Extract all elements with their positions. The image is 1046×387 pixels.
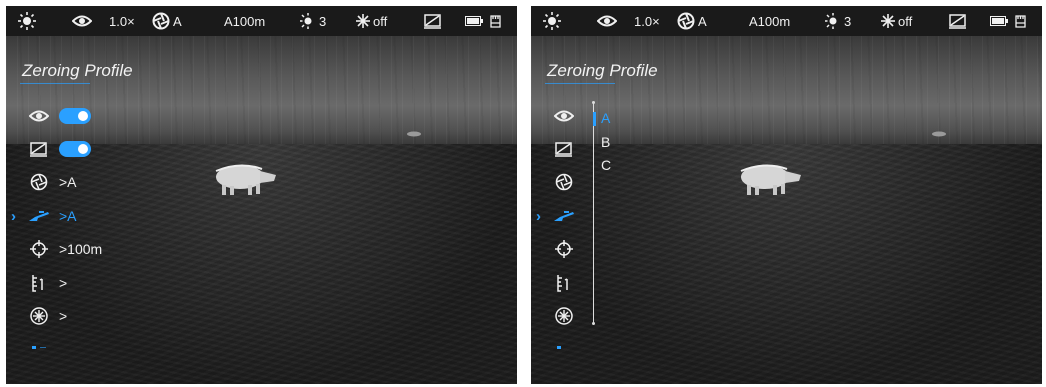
palette-indicator[interactable]: A — [152, 6, 182, 36]
menu-item-zeroing-distance[interactable]: >100m — [27, 237, 102, 261]
mode-indicator[interactable]: off — [356, 6, 387, 36]
distant-animal — [932, 131, 946, 137]
brightness-value: 3 — [844, 13, 852, 29]
submenu-track-bottom — [592, 322, 595, 325]
menu-item-settings[interactable]: > — [27, 304, 67, 328]
aperture-icon — [677, 12, 695, 30]
half-sun-icon — [300, 13, 312, 29]
crosshair-icon — [27, 237, 51, 261]
ruler-icon — [27, 271, 51, 295]
submenu-track — [593, 103, 594, 323]
memory-card-icon — [1015, 6, 1026, 36]
palette-value: >A — [59, 174, 77, 190]
aperture-icon — [552, 170, 576, 194]
aperture-icon — [152, 12, 170, 30]
rifle-icon — [552, 204, 576, 228]
eye-icon — [27, 104, 51, 128]
snowflake-circle-icon — [27, 304, 51, 328]
mode-indicator[interactable]: off — [881, 6, 912, 36]
memory-card-icon — [490, 6, 501, 36]
zeroing-profile-value: >A — [59, 208, 77, 224]
menu-item-palette[interactable] — [552, 170, 576, 194]
treeline — [531, 36, 1042, 146]
snowflake-circle-icon — [552, 304, 576, 328]
settings-value: > — [59, 308, 68, 324]
status-bar: 1.0× A A100m 3 off — [6, 6, 517, 36]
mode-value: off — [373, 13, 388, 29]
pip-icon[interactable] — [424, 6, 442, 36]
selection-caret: › — [536, 207, 541, 225]
palette-value: A — [173, 13, 182, 29]
brightness-sun-icon[interactable] — [543, 6, 561, 36]
menu-item-rangefinder[interactable] — [552, 271, 576, 295]
battery-icon — [990, 6, 1008, 36]
pip-icon[interactable] — [949, 6, 967, 36]
half-sun-icon — [825, 13, 837, 29]
page-indicator-tail — [40, 347, 46, 348]
battery-icon — [465, 6, 483, 36]
submenu-option-c[interactable]: C — [601, 157, 611, 173]
profile-distance[interactable]: A100m — [749, 6, 790, 36]
menu-item-zeroing-profile[interactable]: › >A — [11, 204, 77, 228]
snowflake-icon — [356, 14, 370, 28]
eye-icon — [552, 104, 576, 128]
toggle-switch[interactable] — [59, 108, 91, 124]
menu-item-rangefinder[interactable]: > — [27, 271, 67, 295]
wild-boar — [215, 164, 276, 195]
mode-value: off — [898, 13, 913, 29]
zoom-level[interactable]: 1.0× — [109, 6, 135, 36]
menu-title: Zeroing Profile — [547, 61, 658, 80]
wild-boar — [740, 164, 801, 195]
submenu-track-top — [592, 101, 595, 104]
brightness-value: 3 — [319, 13, 327, 29]
crosshair-icon — [552, 237, 576, 261]
ruler-icon — [552, 271, 576, 295]
distance-value: >100m — [59, 241, 103, 257]
distant-animal — [407, 131, 421, 137]
menu-item-stadiametric[interactable] — [27, 104, 91, 128]
title-underline — [20, 83, 90, 84]
brightness-indicator[interactable]: 3 — [825, 6, 851, 36]
snowflake-icon — [881, 14, 895, 28]
submenu-option-a[interactable]: A — [601, 110, 610, 126]
status-bar: 1.0× A A100m 3 off — [531, 6, 1042, 36]
aperture-icon — [27, 170, 51, 194]
menu-item-settings[interactable] — [552, 304, 576, 328]
page-indicator — [557, 346, 561, 349]
palette-indicator[interactable]: A — [677, 6, 707, 36]
eye-icon[interactable] — [72, 6, 92, 36]
menu-item-zeroing-profile[interactable]: › — [536, 204, 576, 228]
pip-icon — [552, 137, 576, 161]
page-indicator — [32, 346, 36, 349]
rifle-icon — [27, 204, 51, 228]
thermal-view-left: 1.0× A A100m 3 off Zeroing Profile >A › … — [6, 6, 517, 384]
menu-item-stadiametric[interactable] — [552, 104, 576, 128]
menu-item-pip[interactable] — [552, 137, 576, 161]
selection-caret: › — [11, 207, 16, 225]
eye-icon[interactable] — [597, 6, 617, 36]
submenu-option-b[interactable]: B — [601, 134, 610, 150]
zoom-level[interactable]: 1.0× — [634, 6, 660, 36]
palette-value: A — [698, 13, 707, 29]
menu-item-palette[interactable]: >A — [27, 170, 77, 194]
profile-distance[interactable]: A100m — [224, 6, 265, 36]
title-underline — [545, 83, 615, 84]
pip-icon — [27, 137, 51, 161]
menu-item-zeroing-distance[interactable] — [552, 237, 576, 261]
menu-item-pip[interactable] — [27, 137, 91, 161]
menu-title: Zeroing Profile — [22, 61, 133, 80]
brightness-sun-icon[interactable] — [18, 6, 36, 36]
brightness-indicator[interactable]: 3 — [300, 6, 326, 36]
toggle-switch[interactable] — [59, 141, 91, 157]
thermal-view-right: 1.0× A A100m 3 off Zeroing Profile › A B… — [531, 6, 1042, 384]
rangefinder-value: > — [59, 275, 68, 291]
treeline — [6, 36, 517, 146]
submenu-selection-marker — [593, 112, 596, 126]
